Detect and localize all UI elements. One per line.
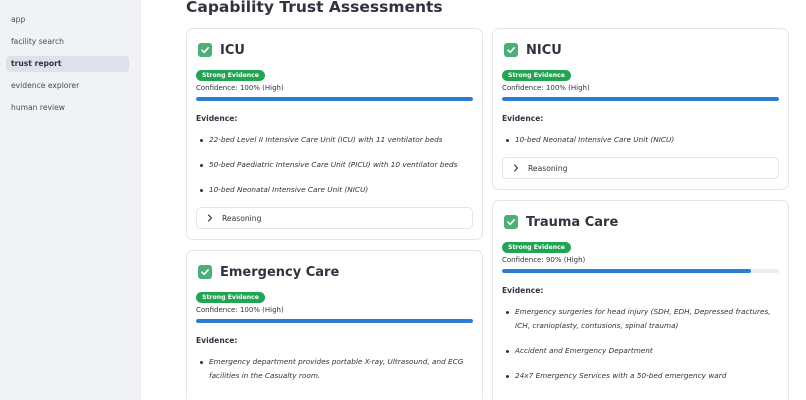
sidebar-item-app[interactable]: app <box>6 12 129 28</box>
card-title: NICU <box>526 42 562 58</box>
sidebar-item-trust-report[interactable]: trust report <box>6 56 129 72</box>
evidence-badge: Strong Evidence <box>502 242 571 253</box>
evidence-label: Evidence: <box>196 336 238 345</box>
left-column: ICU Strong Evidence Confidence: 100% (Hi… <box>186 28 483 400</box>
confidence-text: Confidence: 100% (High) <box>196 306 284 314</box>
evidence-label: Evidence: <box>196 114 238 123</box>
evidence-item: 24x7 Emergency Services with a 50-bed em… <box>502 369 779 383</box>
sidebar-item-evidence-explorer[interactable]: evidence explorer <box>6 78 129 94</box>
evidence-item: Emergency surgeries for head injury (SDH… <box>502 305 779 333</box>
check-box-icon <box>198 265 212 279</box>
chevron-right-icon <box>206 214 214 222</box>
evidence-label: Evidence: <box>502 114 544 123</box>
confidence-bar-fill <box>502 269 752 273</box>
confidence-bar-fill <box>196 319 473 323</box>
evidence-badge: Strong Evidence <box>502 70 571 81</box>
evidence-item: 50-bed Paediatric Intensive Care Unit (P… <box>196 158 473 172</box>
card-title: Trauma Care <box>526 214 619 230</box>
evidence-badge: Strong Evidence <box>196 70 265 81</box>
card-title: Emergency Care <box>220 264 340 280</box>
check-box-icon <box>504 43 518 57</box>
card-title-row: Emergency Care <box>196 261 473 283</box>
card-icu: ICU Strong Evidence Confidence: 100% (Hi… <box>186 28 483 240</box>
reasoning-label: Reasoning <box>528 163 568 173</box>
evidence-badge: Strong Evidence <box>196 292 265 303</box>
evidence-item: 22-bed Level II Intensive Care Unit (ICU… <box>196 133 473 147</box>
card-title: ICU <box>220 42 245 58</box>
evidence-item: 10-bed Neonatal Intensive Care Unit (NIC… <box>502 133 779 147</box>
check-box-icon <box>504 215 518 229</box>
evidence-list: Emergency surgeries for head injury (SDH… <box>502 305 779 383</box>
confidence-bar-fill <box>196 97 473 101</box>
sidebar-item-facility-search[interactable]: facility search <box>6 34 129 50</box>
reasoning-expander[interactable]: Reasoning <box>196 207 473 229</box>
evidence-item: Accident and Emergency Department <box>502 344 779 358</box>
evidence-list: 10-bed Neonatal Intensive Care Unit (NIC… <box>502 133 779 147</box>
confidence-bar <box>196 319 473 323</box>
evidence-list: Emergency department provides portable X… <box>196 355 473 383</box>
sidebar: app facility search trust report evidenc… <box>0 0 141 400</box>
card-nicu: NICU Strong Evidence Confidence: 100% (H… <box>492 28 789 190</box>
card-title-row: Trauma Care <box>502 211 779 233</box>
confidence-bar-fill <box>502 97 779 101</box>
evidence-item: Emergency department provides portable X… <box>196 355 473 383</box>
sidebar-item-human-review[interactable]: human review <box>6 100 129 116</box>
confidence-bar <box>196 97 473 101</box>
evidence-list: 22-bed Level II Intensive Care Unit (ICU… <box>196 133 473 197</box>
chevron-right-icon <box>512 164 520 172</box>
confidence-text: Confidence: 90% (High) <box>502 256 586 264</box>
evidence-label: Evidence: <box>502 286 544 295</box>
confidence-text: Confidence: 100% (High) <box>502 84 590 92</box>
check-box-icon <box>198 43 212 57</box>
card-title-row: NICU <box>502 39 779 61</box>
page-title: Capability Trust Assessments <box>186 0 443 16</box>
right-column: NICU Strong Evidence Confidence: 100% (H… <box>492 28 789 400</box>
main-content: Capability Trust Assessments ICU Strong … <box>141 0 806 400</box>
confidence-bar <box>502 269 779 273</box>
evidence-item: 10-bed Neonatal Intensive Care Unit (NIC… <box>196 183 473 197</box>
confidence-text: Confidence: 100% (High) <box>196 84 284 92</box>
card-emergency-care: Emergency Care Strong Evidence Confidenc… <box>186 250 483 400</box>
confidence-bar <box>502 97 779 101</box>
reasoning-label: Reasoning <box>222 213 262 223</box>
card-title-row: ICU <box>196 39 473 61</box>
reasoning-expander[interactable]: Reasoning <box>502 157 779 179</box>
card-trauma-care: Trauma Care Strong Evidence Confidence: … <box>492 200 789 400</box>
